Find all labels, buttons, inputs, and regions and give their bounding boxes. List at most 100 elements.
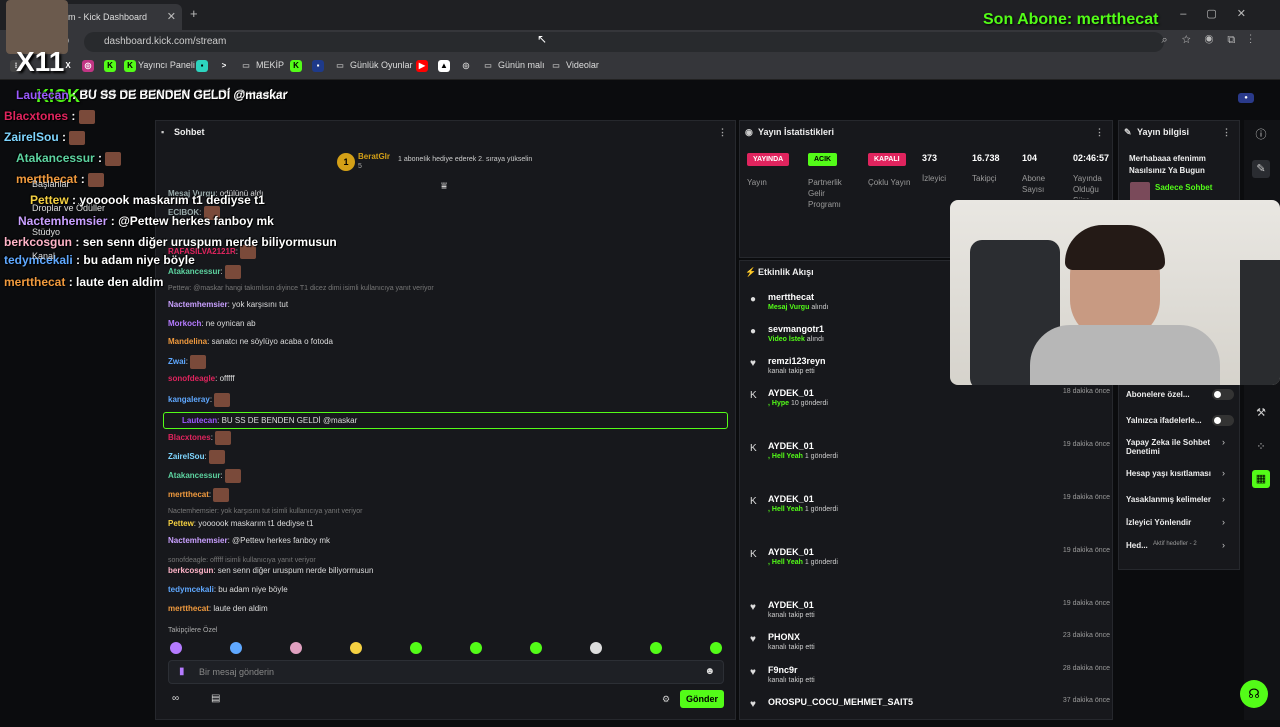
chevron-right-icon[interactable]: › [1222, 468, 1225, 478]
emote-button[interactable] [650, 642, 662, 654]
chat-username[interactable]: Lautecan [182, 416, 217, 425]
clapper-icon[interactable]: ▦ [1252, 470, 1270, 488]
category-name[interactable]: Sadece Sohbet [1155, 183, 1212, 192]
emote-button[interactable] [410, 642, 422, 654]
chevron-right-icon[interactable]: › [1222, 517, 1225, 527]
event-username[interactable]: AYDEK_01 [768, 494, 814, 504]
more-icon[interactable]: ⋮ [1095, 121, 1104, 143]
tools-icon[interactable]: ⚒ [1252, 404, 1270, 422]
support-icon[interactable]: ☊ [1240, 680, 1268, 708]
chat-username[interactable]: Atakancessur [168, 471, 220, 480]
image-icon[interactable]: ▲ [438, 60, 450, 72]
new-tab-icon[interactable]: + [190, 6, 198, 21]
emote-button[interactable] [710, 642, 722, 654]
bookmark-videolar[interactable]: Videolar [566, 60, 599, 70]
event-username[interactable]: AYDEK_01 [768, 547, 814, 557]
info-icon[interactable]: ⓘ [1252, 126, 1270, 144]
emote-button[interactable] [230, 642, 242, 654]
event-username[interactable]: AYDEK_01 [768, 600, 814, 610]
url-field[interactable]: dashboard.kick.com/stream [84, 32, 1164, 52]
more-icon[interactable]: ⋮ [718, 121, 727, 143]
folder-icon[interactable]: ▭ [482, 60, 494, 72]
chat-setting-row[interactable]: Yapay Zeka ile Sohbet Denetimi [1126, 438, 1212, 456]
event-username[interactable]: sevmangotr1 [768, 324, 824, 334]
close-tab-icon[interactable]: ✕ [167, 4, 176, 30]
chat-username[interactable]: mertthecat [168, 604, 209, 613]
kick-icon[interactable]: K [124, 60, 136, 72]
folder-icon[interactable]: ▭ [334, 60, 346, 72]
folder-icon[interactable]: ▭ [240, 60, 252, 72]
infinity-icon[interactable]: ∞ [172, 693, 179, 704]
store-icon[interactable]: ▤ [211, 693, 220, 704]
chevron-right-icon[interactable]: › [1222, 494, 1225, 504]
emote-button[interactable] [590, 642, 602, 654]
edit-icon[interactable]: ✎ [1252, 160, 1270, 178]
emote-button[interactable] [170, 642, 182, 654]
chat-username[interactable]: berkcosgun [168, 566, 213, 575]
chat-username[interactable]: Morkoch [168, 319, 201, 328]
youtube-icon[interactable]: ▶ [416, 60, 428, 72]
bookmark-gunun-mali[interactable]: Günün malı [498, 60, 545, 70]
chat-setting-row[interactable]: İzleyici Yönlendir [1126, 518, 1212, 527]
event-username[interactable]: PHONX [768, 632, 800, 642]
chat-setting-row[interactable]: Abonelere özel... [1126, 390, 1212, 399]
event-username[interactable]: mertthecat [768, 292, 814, 302]
event-detail: Video İstek alındı [768, 336, 824, 343]
window-controls[interactable]: –▢✕ [1180, 7, 1266, 20]
terminal-icon[interactable]: > [218, 60, 230, 72]
chat-username[interactable]: sonofdeagle [168, 374, 215, 383]
chat-username[interactable]: Blacxtones [168, 433, 211, 442]
more-icon[interactable]: ⋮ [1222, 121, 1231, 143]
bookmark-icon[interactable]: ▪ [196, 60, 208, 72]
chat-username[interactable]: Nactemhemsier [168, 536, 228, 545]
chat-username[interactable]: mertthecat [168, 490, 209, 499]
kick-icon[interactable]: K [290, 60, 302, 72]
chat-username[interactable]: Mandelina [168, 337, 207, 346]
event-username[interactable]: OROSPU_COCU_MEHMET_SAIT5 [768, 697, 913, 707]
bookmark-yayinci-paneli[interactable]: Yayıncı Paneli [138, 60, 195, 70]
event-subtext: 10 gönderdi [790, 400, 828, 407]
browser-tab[interactable]: m - Kick Dashboard ✕ [60, 4, 182, 30]
setting-toggle[interactable] [1212, 389, 1234, 400]
emote-button[interactable] [290, 642, 302, 654]
chat-username[interactable]: Nactemhemsier [168, 300, 228, 309]
chat-username[interactable]: Atakancessur [168, 267, 220, 276]
emoji-icon[interactable]: ☻ [704, 666, 715, 677]
emote-button[interactable] [350, 642, 362, 654]
event-username[interactable]: AYDEK_01 [768, 441, 814, 451]
event-username[interactable]: F9nc9r [768, 665, 798, 675]
setting-toggle[interactable] [1212, 415, 1234, 426]
send-button[interactable]: Gönder [680, 690, 724, 708]
folder-icon[interactable]: ▭ [550, 60, 562, 72]
event-username[interactable]: remzi123reyn [768, 356, 826, 366]
globe-icon[interactable]: ◎ [460, 60, 472, 72]
chat-setting-row[interactable]: Hesap yaşı kısıtlaması [1126, 469, 1212, 478]
chat-username[interactable]: kangaleray [168, 395, 210, 404]
chevron-right-icon[interactable]: › [1222, 540, 1225, 550]
bookmark-icon[interactable]: ▪ [312, 60, 324, 72]
chat-username[interactable]: Zwai [168, 357, 186, 366]
chat-setting-row[interactable]: Yasaklanmış kelimeler [1126, 495, 1212, 504]
pin-icon[interactable]: ⩸ [441, 181, 447, 192]
chat-username[interactable]: Pettew [168, 519, 194, 528]
chat-username[interactable]: ZairelSou [168, 452, 204, 461]
avatar[interactable]: ● [1238, 93, 1254, 103]
mic-icon[interactable]: ▮ [179, 666, 185, 677]
bookmark-gunluk-oyunlar[interactable]: Günlük Oyunlar [350, 60, 413, 70]
leaderboard-user[interactable]: BeratGlr [358, 152, 390, 161]
chat-input[interactable]: ▮ Bir mesaj gönderin ☻ [168, 660, 724, 684]
settings-gear-icon[interactable]: ⚙ [662, 694, 670, 705]
chat-setting-row[interactable]: Yalnızca ifadelerle... [1126, 416, 1212, 425]
kick-icon[interactable]: K [104, 60, 116, 72]
emote-button[interactable] [530, 642, 542, 654]
stats-header: ◉ Yayın İstatistikleri ⋮ [740, 121, 1112, 143]
tab-title: m - Kick Dashboard [68, 12, 148, 22]
instagram-icon[interactable]: ◎ [82, 60, 94, 72]
chevron-right-icon[interactable]: › [1222, 437, 1225, 447]
browser-toolbar-icons[interactable]: ⌕☆◉⧉⋮ [1162, 34, 1266, 47]
chat-username[interactable]: tedymcekali [168, 585, 214, 594]
emote-button[interactable] [470, 642, 482, 654]
event-username[interactable]: AYDEK_01 [768, 388, 814, 398]
users-icon[interactable]: ⁘ [1252, 438, 1270, 456]
bookmark-mekip[interactable]: MEKİP [256, 60, 284, 70]
